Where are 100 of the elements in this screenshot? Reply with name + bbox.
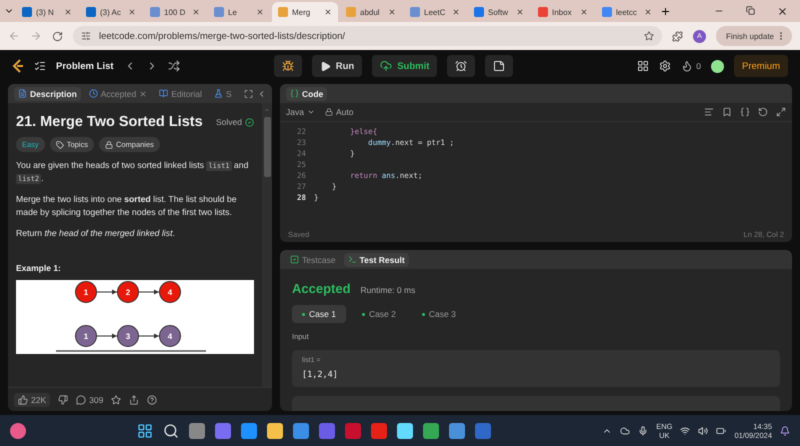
- runtime-text: Runtime: 0 ms: [360, 285, 416, 295]
- clock-icon: [88, 89, 98, 98]
- browser-tab[interactable]: Inbox: [532, 2, 594, 22]
- thumbs-up-icon: [18, 394, 28, 404]
- comments-count[interactable]: 309: [76, 394, 104, 404]
- language-select[interactable]: Java: [286, 107, 315, 117]
- close-icon: [388, 8, 396, 16]
- run-button[interactable]: Run: [312, 55, 362, 77]
- scroll-up-icon: [264, 107, 270, 113]
- panel-tab[interactable]: Editorial: [155, 86, 206, 100]
- problem-list-link[interactable]: Problem List: [56, 60, 114, 72]
- search-icon[interactable]: [163, 422, 180, 438]
- layout-icon: [637, 60, 650, 72]
- panel-tab[interactable]: Description: [14, 86, 81, 100]
- format-icon: [704, 107, 714, 117]
- taskbar-app-icon[interactable]: [189, 422, 206, 438]
- streak-counter[interactable]: 0: [681, 60, 701, 72]
- panel-tab[interactable]: Accepted: [84, 86, 152, 100]
- browser-tab[interactable]: Merg: [272, 2, 338, 22]
- book-icon: [159, 89, 168, 98]
- start-icon[interactable]: [137, 422, 154, 438]
- linked-list-diagram: 1 2 4 1 3 4: [16, 280, 254, 354]
- browser-tab[interactable]: (3) Ac: [80, 2, 142, 22]
- code-tab[interactable]: Code: [286, 86, 328, 100]
- panel-tab[interactable]: Testcase: [286, 252, 340, 266]
- verdict-text: Accepted: [292, 281, 351, 296]
- wifi-icon: [680, 426, 690, 436]
- extensions-icon: [672, 30, 683, 42]
- debug-button[interactable]: [274, 55, 302, 77]
- submit-button[interactable]: Submit: [372, 55, 438, 77]
- browser-tab[interactable]: LeetC: [404, 2, 466, 22]
- checkbox-icon: [290, 255, 299, 264]
- browser-tab[interactable]: (3) N: [16, 2, 78, 22]
- close-icon: [192, 8, 200, 16]
- braces-icon: [740, 107, 750, 117]
- browser-tab[interactable]: Le: [208, 2, 270, 22]
- document-icon: [18, 89, 27, 98]
- code-icon: [290, 89, 299, 98]
- timer-button[interactable]: [447, 55, 476, 77]
- favicon-icon: [538, 7, 548, 17]
- browser-tab[interactable]: abdul: [340, 2, 402, 22]
- taskbar-app-icon[interactable]: [267, 422, 284, 438]
- browser-tab[interactable]: Softw: [468, 2, 530, 22]
- favicon-icon: [474, 7, 484, 17]
- close-icon: [128, 8, 136, 16]
- close-icon: [64, 8, 72, 16]
- lock-icon: [324, 108, 333, 116]
- close-icon: [324, 8, 332, 16]
- bookmark-icon: [722, 107, 732, 117]
- close-icon: [452, 8, 460, 16]
- restore-icon: [746, 6, 755, 14]
- play-icon: [320, 60, 331, 72]
- volume-icon: [698, 426, 708, 436]
- list-icon: [34, 60, 46, 72]
- favicon-icon: [22, 7, 32, 17]
- example-heading: Example 1:: [16, 263, 62, 274]
- taskbar-app-icon[interactable]: [293, 422, 310, 438]
- check-circle-icon: [245, 118, 254, 126]
- address-bar[interactable]: leetcode.com/problems/merge-two-sorted-lists/description/: [73, 26, 662, 46]
- favicon-icon: [602, 7, 612, 17]
- alarm-clock-icon: [455, 60, 468, 72]
- close-icon: [777, 6, 788, 16]
- close-icon: [256, 8, 264, 16]
- logo-icon[interactable]: [12, 59, 24, 73]
- favicon-icon: [410, 7, 420, 17]
- panel-tab[interactable]: Test Result: [344, 252, 409, 266]
- bookmark-star-icon: [644, 31, 654, 41]
- share-icon: [129, 394, 140, 404]
- panel-tab[interactable]: S: [210, 86, 236, 100]
- maximize-icon: [244, 88, 253, 98]
- auto-mode[interactable]: Auto: [324, 107, 354, 117]
- solved-status: Solved: [216, 117, 254, 127]
- app-icon[interactable]: [10, 422, 26, 438]
- taskbar-app-icon[interactable]: [241, 422, 258, 438]
- favicon-icon: [86, 7, 96, 17]
- reset-icon: [758, 107, 768, 117]
- notes-button[interactable]: [485, 55, 514, 77]
- favicon-icon: [278, 7, 288, 17]
- like-button[interactable]: 22K: [14, 392, 50, 406]
- taskbar-app-icon[interactable]: [423, 422, 440, 438]
- browser-tab[interactable]: 100 D: [144, 2, 206, 22]
- cloud-upload-icon: [380, 60, 392, 72]
- forward-icon: [30, 30, 42, 42]
- help-icon: [147, 394, 158, 404]
- input-value: [1,2,4]: [302, 370, 339, 380]
- case-tab[interactable]: Case 2: [352, 305, 406, 323]
- case-tab[interactable]: Case 1: [292, 305, 346, 323]
- taskbar-app-icon[interactable]: [215, 422, 232, 438]
- browser-tab[interactable]: leetcc: [596, 2, 658, 22]
- taskbar-app-icon[interactable]: [397, 422, 414, 438]
- taskbar-app-icon[interactable]: [449, 422, 466, 438]
- finish-update-button[interactable]: Finish update: [716, 26, 792, 46]
- new-tab-icon[interactable]: [660, 6, 671, 16]
- favicon-icon: [150, 7, 160, 17]
- close-icon: [139, 90, 148, 98]
- user-avatar[interactable]: [711, 60, 724, 72]
- microphone-icon: [638, 426, 648, 436]
- favicon-icon: [214, 7, 224, 17]
- premium-button[interactable]: Premium: [734, 55, 788, 77]
- case-tab[interactable]: Case 3: [412, 305, 466, 323]
